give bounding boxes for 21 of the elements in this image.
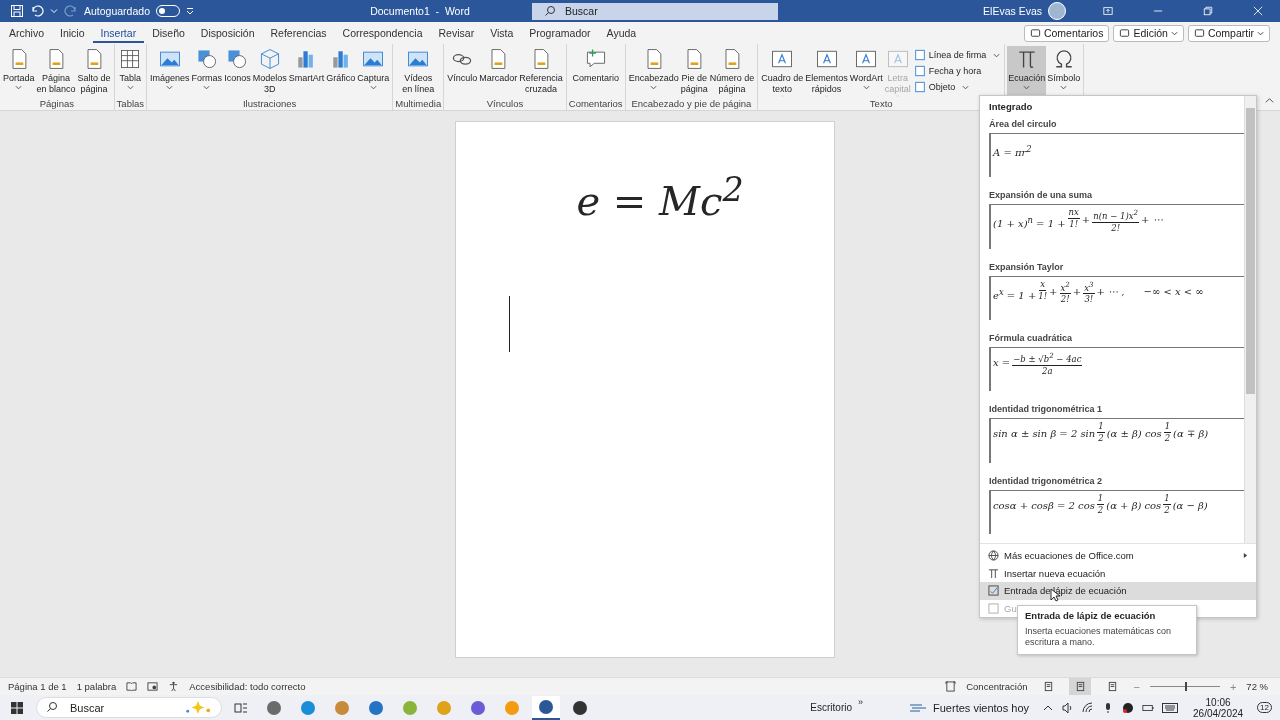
gallery-heading: Integrado [989,100,1034,114]
autosave-label: Autoguardado [84,5,150,17]
group-label: Vínculos [486,98,524,111]
tooltip-title: Entrada de lápiz de ecuación [1025,610,1157,621]
group-label: Encabezado y pie de página [631,98,752,111]
group-label: Páginas [39,98,74,111]
equation-title: Identidad trigonométrica 1 [989,403,1103,417]
group-label: Multimedia [395,98,442,111]
group-label: Texto [869,98,893,111]
equation-title: Expansión de una suma [989,189,1094,203]
equation-title: Área del circulo [989,118,1058,131]
equation: e = Mc$^{2}$ [576,170,744,225]
user-name: ElEvas Evas [983,5,1042,17]
group-label: Comentarios [568,98,623,111]
equation-title: Expansión Taylor [989,260,1065,274]
equation-title: Fórmula cuadrática [989,332,1074,345]
group-label: Ilustraciones [243,98,297,111]
window-title: Documento1 - Word [369,5,471,17]
equation-title: Identidad trigonométrica 2 [989,474,1103,488]
tooltip-text: Inserta ecuaciones matemáticas con escritura a mano. [1025,626,1173,648]
group-label: Tablas [116,98,145,111]
